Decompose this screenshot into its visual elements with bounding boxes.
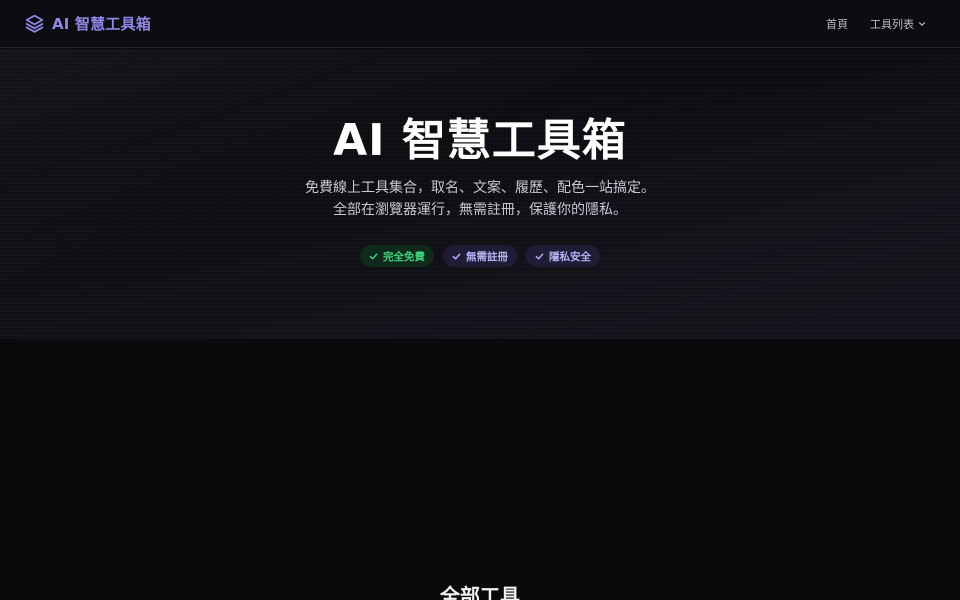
nav-home-link[interactable]: 首頁 xyxy=(826,16,848,32)
chevron-down-icon xyxy=(919,21,925,26)
badge-label: 隱私安全 xyxy=(549,250,591,263)
hero-section: AI 智慧工具箱 免費線上工具集合，取名、文案、履歷、配色一站搞定。 全部在瀏覽… xyxy=(0,49,960,339)
badge-no-signup: 無需註冊 xyxy=(443,245,517,267)
hero-subtitle-line-2: 全部在瀏覽器運行，無需註冊，保護你的隱私。 xyxy=(333,202,627,218)
badge-privacy: 隱私安全 xyxy=(526,245,600,267)
main-nav: 首頁 工具列表 xyxy=(826,16,936,32)
top-navbar: AI 智慧工具箱 首頁 工具列表 xyxy=(0,0,960,48)
check-icon xyxy=(452,253,461,259)
badge-free: 完全免費 xyxy=(360,245,434,267)
brand-logo-link[interactable]: AI 智慧工具箱 xyxy=(24,13,151,34)
badge-label: 無需註冊 xyxy=(466,250,508,263)
feature-badges: 完全免費 無需註冊 隱私安全 xyxy=(0,245,960,267)
page: AI 智慧工具箱 首頁 工具列表 AI 智慧工具箱 免費線上工具集合，取名、文案… xyxy=(0,0,960,600)
hero-subtitle: 免費線上工具集合，取名、文案、履歷、配色一站搞定。 全部在瀏覽器運行，無需註冊，… xyxy=(0,177,960,221)
nav-tools-dropdown[interactable]: 工具列表 xyxy=(870,16,926,32)
hero-title: AI 智慧工具箱 xyxy=(333,115,627,166)
section-title-all-tools: 全部工具 xyxy=(440,584,520,600)
nav-tools-label: 工具列表 xyxy=(870,17,914,31)
brand-name: AI 智慧工具箱 xyxy=(52,15,152,33)
badge-label: 完全免費 xyxy=(383,250,425,263)
hero-subtitle-line-1: 免費線上工具集合，取名、文案、履歷、配色一站搞定。 xyxy=(305,180,655,196)
check-icon xyxy=(535,253,544,259)
check-icon xyxy=(369,253,378,259)
layers-icon xyxy=(25,14,44,33)
